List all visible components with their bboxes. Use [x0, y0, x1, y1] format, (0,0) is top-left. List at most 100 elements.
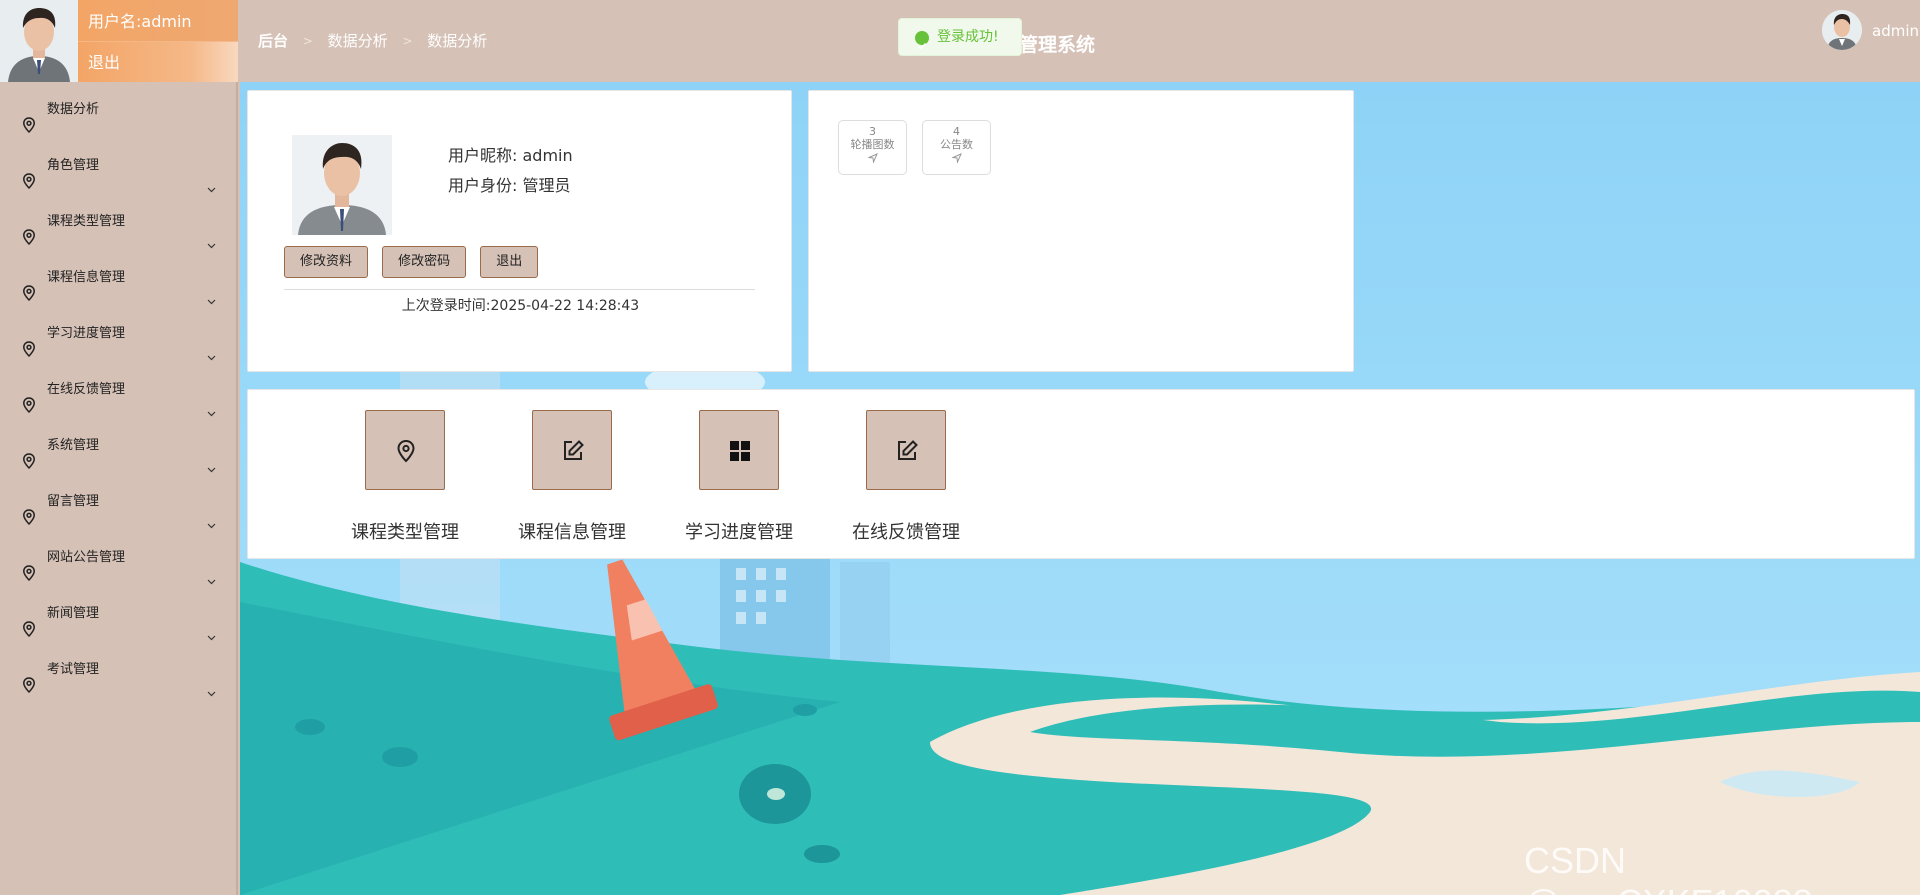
stat-carousel-count[interactable]: 3 轮播图数: [838, 120, 907, 175]
quick-link-course-type[interactable]: 课程类型管理: [345, 410, 465, 544]
quick-link-progress[interactable]: 学习进度管理: [679, 410, 799, 544]
avatar: [292, 135, 392, 235]
sidebar-item[interactable]: 留言管理: [0, 474, 236, 530]
sidebar-item[interactable]: 角色管理: [0, 138, 236, 194]
sidebar-item[interactable]: 课程类型管理: [0, 194, 236, 250]
sidebar-item[interactable]: 在线反馈管理: [0, 362, 236, 418]
location-pin-icon: [22, 494, 36, 526]
navigation-arrow-icon: [950, 153, 962, 164]
location-pin-icon: [397, 439, 415, 463]
edit-icon: [898, 440, 918, 460]
sidebar-item-label: 留言管理: [47, 494, 100, 509]
breadcrumb-separator-icon: >: [402, 33, 413, 48]
stat-label: 公告数: [940, 138, 973, 151]
quick-link-label: 课程信息管理: [518, 522, 626, 543]
stats-card: 3 轮播图数 4 公告数: [808, 90, 1354, 372]
location-pin-icon: [22, 326, 36, 358]
chevron-down-icon: [207, 442, 216, 473]
quick-link-feedback[interactable]: 在线反馈管理: [846, 410, 966, 544]
avatar: [0, 0, 78, 82]
chevron-down-icon: [207, 274, 216, 305]
sidebar-item-label: 课程信息管理: [47, 270, 126, 285]
sidebar-menu: 数据分析角色管理课程类型管理 课程信息管理 学习进度管理 在线反馈管理 系统管理留言管理…: [0, 82, 236, 698]
divider: [284, 289, 755, 290]
location-pin-icon: [22, 438, 36, 470]
sidebar-item[interactable]: 考试管理: [0, 642, 236, 698]
chevron-down-icon: [207, 162, 216, 193]
navigation-arrow-icon: [866, 153, 878, 164]
stat-notice-count[interactable]: 4 公告数: [922, 120, 991, 175]
sidebar-item-label: 数据分析: [47, 102, 100, 117]
logout-button[interactable]: 退出: [480, 246, 539, 278]
edit-icon: [564, 440, 584, 460]
last-login: 上次登录时间:2025-04-22 14:28:43: [248, 295, 793, 315]
location-pin-icon: [22, 214, 36, 246]
sidebar-item[interactable]: 系统管理: [0, 418, 236, 474]
breadcrumb-home[interactable]: 后台: [258, 30, 288, 51]
breadcrumb-item: 数据分析: [427, 32, 488, 50]
sidebar-item-label: 网站公告管理: [47, 550, 126, 565]
chevron-down-icon: [207, 498, 216, 529]
role-value: 管理员: [522, 176, 571, 195]
chevron-down-icon: [207, 218, 216, 249]
sidebar-item[interactable]: 网站公告管理: [0, 530, 236, 586]
sidebar-item-label: 考试管理: [47, 662, 100, 677]
quick-link-label: 学习进度管理: [685, 522, 793, 543]
sidebar-item-label: 学习进度管理: [47, 326, 126, 341]
sidebar-item-label: 新闻管理: [47, 606, 100, 621]
last-login-label: 上次登录时间:: [401, 298, 491, 314]
quick-link-tile[interactable]: [866, 410, 946, 490]
avatar[interactable]: [1822, 10, 1862, 50]
breadcrumb-separator-icon: >: [302, 33, 313, 48]
location-pin-icon: [22, 270, 36, 302]
sidebar-profile: 用户名:admin 退出: [0, 0, 238, 82]
quick-link-tile[interactable]: [532, 410, 612, 490]
quick-link-tile[interactable]: [699, 410, 779, 490]
stat-value: 4: [953, 125, 960, 138]
sidebar-logout-button[interactable]: 退出: [78, 42, 238, 82]
user-info-card: 用户昵称: admin 用户身份: 管理员 修改资料 修改密码 退出 上次登录时…: [247, 90, 792, 372]
sidebar-item-label: 角色管理: [47, 158, 100, 173]
sidebar-item-label: 课程类型管理: [47, 214, 126, 229]
chevron-down-icon: [207, 610, 216, 641]
user-actions: 修改资料 修改密码 退出: [284, 246, 547, 278]
grid-icon: [730, 441, 750, 461]
header: 后台 > 数据分析 > 数据分析 员管理系统 登录成功! admin: [238, 0, 1920, 82]
breadcrumb: 后台 > 数据分析 > 数据分析: [258, 30, 487, 51]
role-label: 用户身份:: [448, 176, 518, 195]
quick-links-card: 课程类型管理 课程信息管理 学习进度管理 在线反馈管理: [247, 389, 1915, 559]
change-password-button[interactable]: 修改密码: [382, 246, 467, 278]
edit-profile-button[interactable]: 修改资料: [284, 246, 369, 278]
sidebar-item[interactable]: 数据分析: [0, 82, 236, 138]
location-pin-icon: [22, 662, 36, 694]
location-pin-icon: [22, 550, 36, 582]
location-pin-icon: [22, 382, 36, 414]
quick-link-tile[interactable]: [365, 410, 445, 490]
location-pin-icon: [22, 102, 36, 134]
quick-link-course-info[interactable]: 课程信息管理: [512, 410, 632, 544]
sidebar-item[interactable]: 新闻管理: [0, 586, 236, 642]
sidebar-item[interactable]: 学习进度管理: [0, 306, 236, 362]
sidebar: 用户名:admin 退出 数据分析角色管理课程类型管理 课程信息管理 学习进度管理在…: [0, 0, 238, 895]
quick-link-label: 在线反馈管理: [852, 522, 960, 543]
last-login-value: 2025-04-22 14:28:43: [490, 298, 640, 314]
chevron-down-icon: [207, 554, 216, 585]
chevron-down-icon: [207, 386, 216, 417]
location-pin-icon: [22, 606, 36, 638]
chevron-down-icon: [207, 666, 216, 697]
chevron-down-icon: [207, 330, 216, 361]
login-success-toast: 登录成功!: [898, 18, 1022, 56]
sidebar-item[interactable]: 课程信息管理: [0, 250, 236, 306]
nickname-label: 用户昵称:: [448, 146, 518, 165]
toast-message: 登录成功!: [937, 29, 999, 45]
sidebar-item-label: 在线反馈管理: [47, 382, 126, 397]
nickname-value: admin: [522, 146, 573, 165]
header-username[interactable]: admin: [1872, 22, 1919, 40]
username-label: 用户名:admin: [78, 0, 238, 42]
breadcrumb-item[interactable]: 数据分析: [328, 30, 388, 51]
sidebar-item-label: 系统管理: [47, 438, 100, 453]
location-pin-icon: [22, 158, 36, 190]
stat-value: 3: [869, 125, 876, 138]
stat-label: 轮播图数: [850, 138, 895, 151]
quick-link-label: 课程类型管理: [351, 522, 459, 543]
